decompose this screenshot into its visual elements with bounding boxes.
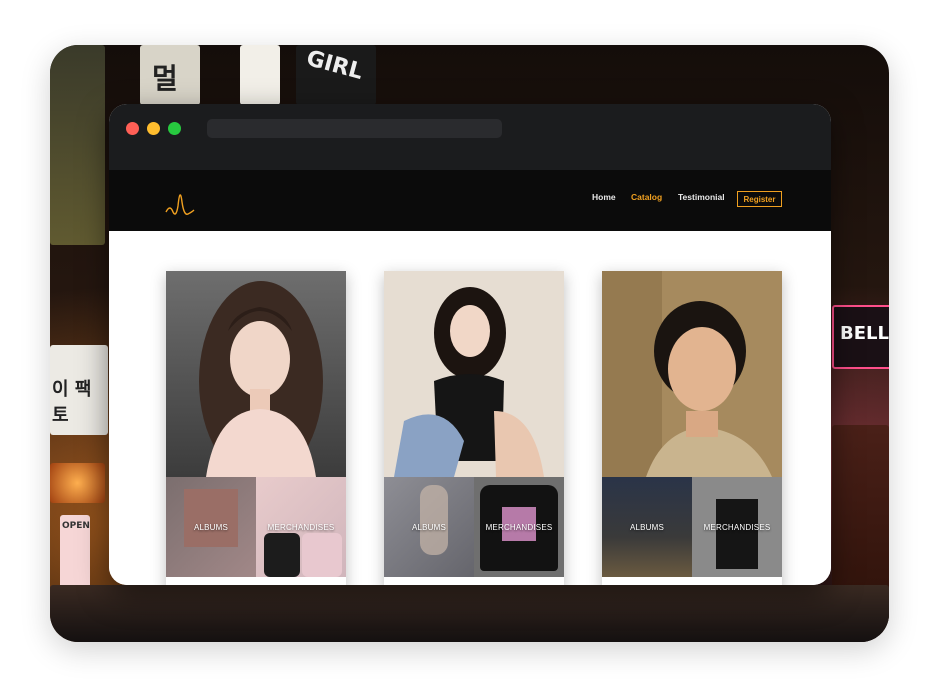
merchandise-tile[interactable]: MERCHANDISES <box>692 477 782 577</box>
category-tiles: ALBUMS MERCHANDISES <box>384 477 564 577</box>
albums-label: ALBUMS <box>411 522 447 532</box>
ground <box>50 585 889 642</box>
artist-card[interactable]: ALBUMS MERCHANDISES <box>166 271 346 585</box>
bell-sign: BELL <box>832 305 889 369</box>
top-sign: 멀 <box>140 45 200 105</box>
browser-window: Home Catalog Testimonial Register ALBUMS… <box>109 104 831 585</box>
hero-frame: 멀 GIRL 이 팩 토 OPEN BELL Home Catalog Test… <box>50 45 889 642</box>
artist-portrait <box>384 271 564 477</box>
artist-card[interactable]: ALBUMS MERCHANDISES <box>602 271 782 585</box>
artist-portrait <box>602 271 782 477</box>
address-bar[interactable] <box>207 119 502 138</box>
lanterns <box>50 463 105 503</box>
albums-tile[interactable]: ALBUMS <box>384 477 474 577</box>
albums-tile[interactable]: ALBUMS <box>166 477 256 577</box>
category-tiles: ALBUMS MERCHANDISES <box>166 477 346 577</box>
merchandise-label: MERCHANDISES <box>267 522 335 532</box>
nav-testimonial-link[interactable]: Testimonial <box>678 192 725 202</box>
albums-label: ALBUMS <box>629 522 665 532</box>
nav-catalog-link[interactable]: Catalog <box>631 192 662 202</box>
waveform-logo-icon[interactable] <box>164 182 196 218</box>
girl-sign: GIRL <box>296 45 376 105</box>
merchandise-tile[interactable]: MERCHANDISES <box>474 477 564 577</box>
artist-card[interactable]: ALBUMS MERCHANDISES <box>384 271 564 585</box>
apple-sign <box>240 45 280 105</box>
nav-home-link[interactable]: Home <box>592 192 616 202</box>
left-sign <box>50 45 105 245</box>
merchandise-label: MERCHANDISES <box>485 522 553 532</box>
maximize-dot-icon[interactable] <box>168 122 181 135</box>
close-dot-icon[interactable] <box>126 122 139 135</box>
merchandise-label: MERCHANDISES <box>703 522 771 532</box>
catalog-section: ALBUMS MERCHANDISES ALBUMS MERCHANDISES … <box>109 231 831 585</box>
albums-label: ALBUMS <box>193 522 229 532</box>
left-lower-sign: 이 팩 토 <box>50 345 108 435</box>
merchandise-tile[interactable]: MERCHANDISES <box>256 477 346 577</box>
category-tiles: ALBUMS MERCHANDISES <box>602 477 782 577</box>
albums-tile[interactable]: ALBUMS <box>602 477 692 577</box>
artist-portrait <box>166 271 346 477</box>
register-button[interactable]: Register <box>737 191 782 207</box>
browser-chrome <box>109 104 831 170</box>
minimize-dot-icon[interactable] <box>147 122 160 135</box>
site-navbar: Home Catalog Testimonial Register <box>109 170 831 231</box>
